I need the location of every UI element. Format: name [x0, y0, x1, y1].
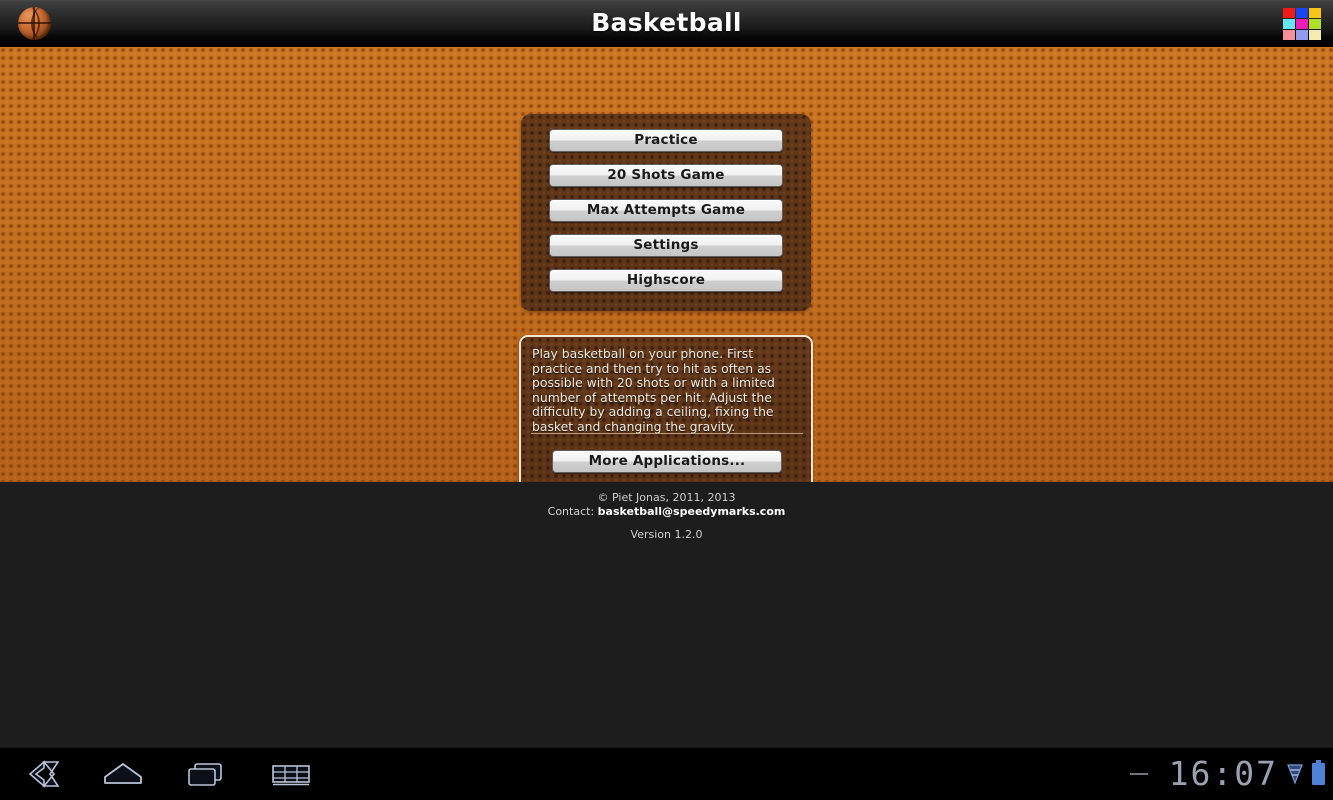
- signal-down-icon: [1287, 764, 1303, 785]
- version-text: Version 1.2.0: [630, 528, 703, 541]
- contact-label: Contact:: [547, 505, 598, 518]
- minus-icon: [1129, 773, 1148, 775]
- contact-line: Contact: basketball@speedymarks.com: [0, 505, 1333, 519]
- title-bar: Basketball: [0, 0, 1333, 47]
- grid-cell: [1296, 30, 1308, 40]
- more-applications-button[interactable]: More Applications...: [552, 450, 782, 473]
- status-area: 16:07: [1129, 748, 1325, 800]
- contact-email: basketball@speedymarks.com: [597, 505, 786, 518]
- info-panel: Play basketball on your phone. First pra…: [519, 335, 813, 494]
- grid-cell: [1283, 30, 1295, 40]
- grid-cell: [1283, 8, 1295, 18]
- battery-icon: [1312, 760, 1325, 785]
- clock: 16:07: [1168, 754, 1278, 793]
- settings-button[interactable]: Settings: [549, 234, 783, 257]
- separator: [531, 433, 803, 434]
- practice-button[interactable]: Practice: [549, 129, 783, 152]
- grid-cell: [1309, 8, 1321, 18]
- highscore-button[interactable]: Highscore: [549, 269, 783, 292]
- shots-game-button[interactable]: 20 Shots Game: [549, 164, 783, 187]
- recent-apps-icon[interactable]: [163, 748, 249, 800]
- grid-cell: [1309, 19, 1321, 29]
- home-icon[interactable]: [80, 748, 166, 800]
- max-attempts-game-button[interactable]: Max Attempts Game: [549, 199, 783, 222]
- main-menu-list: Practice 20 Shots Game Max Attempts Game…: [549, 129, 783, 292]
- grid-cell: [1296, 8, 1308, 18]
- main-menu-panel: Practice 20 Shots Game Max Attempts Game…: [521, 114, 811, 311]
- footer-area: © Piet Jonas, 2011, 2013 Contact: basket…: [0, 482, 1333, 748]
- app-description: Play basketball on your phone. First pra…: [532, 346, 775, 434]
- system-nav-bar: 16:07: [0, 747, 1333, 800]
- back-arrow-icon[interactable]: [0, 748, 86, 800]
- grid-cell: [1309, 30, 1321, 40]
- apps-grid-icon[interactable]: [1283, 8, 1323, 40]
- app-screen: Basketball Practice 20 Shots Game Max At…: [0, 0, 1333, 800]
- game-content-area: Practice 20 Shots Game Max Attempts Game…: [0, 47, 1333, 494]
- copyright-text: © Piet Jonas, 2011, 2013: [597, 491, 736, 504]
- keyboard-icon[interactable]: [248, 748, 334, 800]
- grid-cell: [1296, 19, 1308, 29]
- page-title: Basketball: [591, 8, 742, 37]
- footer-text-block: © Piet Jonas, 2011, 2013 Contact: basket…: [0, 491, 1333, 541]
- grid-cell: [1283, 19, 1295, 29]
